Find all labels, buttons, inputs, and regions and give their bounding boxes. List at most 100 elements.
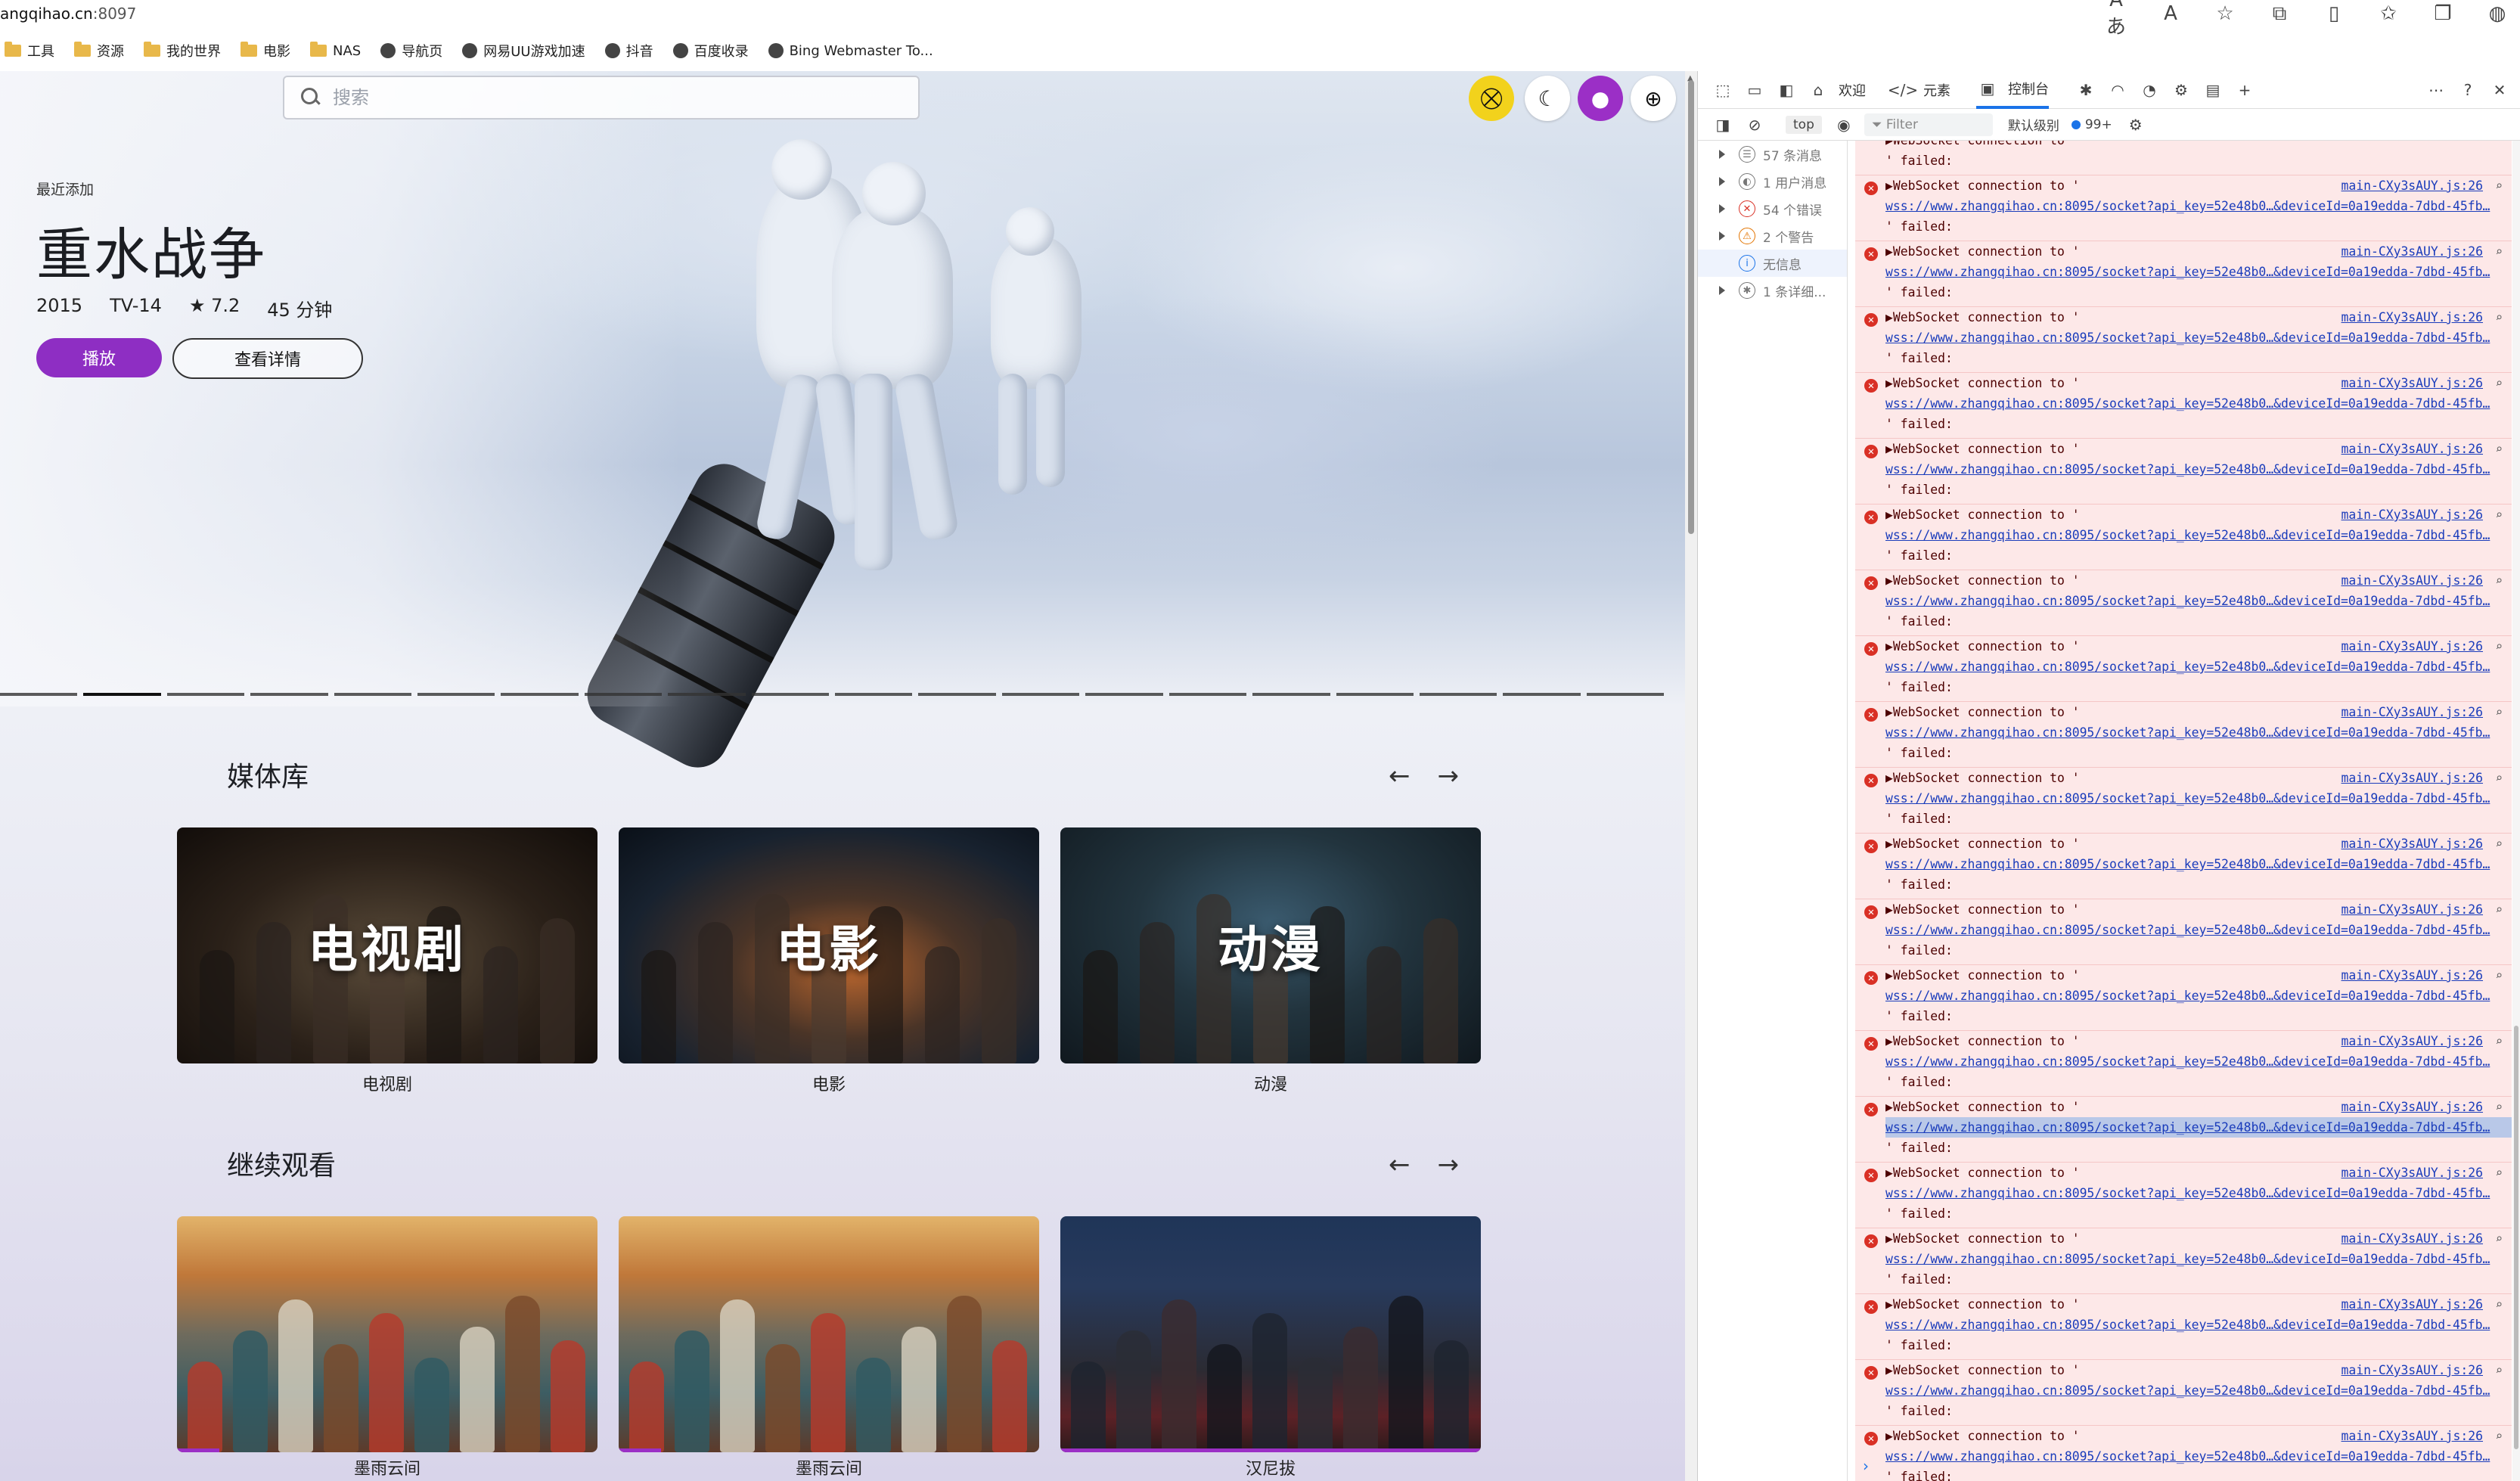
socket-url-link[interactable]: wss://www.zhangqihao.cn:8095/socket?api_… (1885, 459, 2512, 480)
console-filter-item[interactable]: ✕ 54 个错误 (1698, 195, 1847, 222)
console-error-message[interactable]: ✕ ▶WebSocket connection to ' wss://www.zha… (1855, 702, 2512, 768)
search-icon[interactable]: ⌕ (2495, 175, 2503, 196)
sidebar-toggle-icon[interactable]: ◨ (1712, 113, 1734, 136)
console-error-message[interactable]: ▶WebSocket connection to ' ' failed: (1855, 141, 2512, 175)
favorite-star-icon[interactable]: ☆ (2213, 2, 2237, 25)
socket-url-link[interactable]: wss://www.zhangqihao.cn:8095/socket?api_… (1885, 393, 2512, 414)
source-link[interactable]: main-CXy3sAUY.js:26 (2342, 1294, 2484, 1315)
wifi-icon[interactable]: ◠ (2106, 79, 2129, 101)
expand-triangle-icon[interactable] (1719, 286, 1725, 295)
close-icon[interactable]: ✕ (2488, 79, 2511, 101)
favorites-icon[interactable]: ✩ (2376, 2, 2401, 25)
console-error-message[interactable]: ✕ ▶WebSocket connection to ' wss://www.zha… (1855, 1163, 2512, 1228)
inspect-icon[interactable]: ⬚ (1712, 79, 1734, 101)
tab-console[interactable]: ▣ 控制台 (1976, 71, 2049, 109)
performance-icon[interactable]: ◔ (2138, 79, 2161, 101)
carousel-dot[interactable] (83, 693, 161, 696)
bookmark-item[interactable]: 抖音 (604, 41, 653, 61)
carousel-dot[interactable] (1001, 693, 1080, 696)
console-filter-item[interactable]: i 无信息 (1698, 250, 1847, 277)
library-card[interactable]: 动漫 动漫 (1060, 827, 1481, 1095)
source-link[interactable]: main-CXy3sAUY.js:26 (2342, 1163, 2484, 1183)
search-icon[interactable]: ⌕ (2495, 505, 2503, 525)
console-prompt[interactable]: › (1863, 1457, 1869, 1475)
source-link[interactable]: main-CXy3sAUY.js:26 (2342, 702, 2484, 722)
carousel-dot[interactable] (334, 693, 412, 696)
continue-card-image[interactable] (1060, 1216, 1481, 1452)
console-error-message[interactable]: ✕ ▶WebSocket connection to ' wss://www.zha… (1855, 241, 2512, 307)
socket-url-link[interactable]: wss://www.zhangqihao.cn:8095/socket?api_… (1885, 1249, 2512, 1269)
source-link[interactable]: main-CXy3sAUY.js:26 (2342, 636, 2484, 657)
search-icon[interactable]: ⌕ (2495, 702, 2503, 722)
carousel-dot[interactable] (501, 693, 579, 696)
library-card-image[interactable]: 电视剧 (177, 827, 597, 1063)
console-error-message[interactable]: ✕ ▶WebSocket connection to ' wss://www.zha… (1855, 1426, 2512, 1481)
split-screen-icon[interactable]: ▯ (2322, 2, 2346, 25)
socket-url-link[interactable]: wss://www.zhangqihao.cn:8095/socket?api_… (1885, 1315, 2512, 1335)
console-error-message[interactable]: ✕ ▶WebSocket connection to ' wss://www.zha… (1855, 505, 2512, 570)
expand-triangle-icon[interactable] (1719, 177, 1725, 186)
carousel-dot[interactable] (0, 693, 78, 696)
user-button[interactable]: ● (1578, 76, 1623, 121)
expand-triangle-icon[interactable] (1719, 204, 1725, 213)
language-button[interactable]: ⊕ (1631, 76, 1676, 121)
carousel-dot[interactable] (166, 693, 245, 696)
carousel-dot[interactable] (1168, 693, 1247, 696)
socket-url-link[interactable]: wss://www.zhangqihao.cn:8095/socket?api_… (1885, 1051, 2512, 1072)
carousel-dot[interactable] (1419, 693, 1497, 696)
source-link[interactable]: main-CXy3sAUY.js:26 (2342, 1031, 2484, 1051)
console-filter-item[interactable]: ✱ 1 条详细... (1698, 277, 1847, 304)
carousel-dot[interactable] (751, 693, 830, 696)
bookmark-item[interactable]: 百度收录 (672, 41, 749, 61)
console-error-message[interactable]: ✕ ▶WebSocket connection to ' wss://www.zha… (1855, 1360, 2512, 1426)
console-error-message[interactable]: ✕ ▶WebSocket connection to ' wss://www.zha… (1855, 1294, 2512, 1360)
socket-url-link[interactable]: wss://www.zhangqihao.cn:8095/socket?api_… (1885, 591, 2512, 611)
bookmark-item[interactable]: 工具 (5, 41, 54, 61)
socket-url-link[interactable]: wss://www.zhangqihao.cn:8095/socket?api_… (1885, 986, 2512, 1006)
more-icon[interactable]: ⋯ (2425, 79, 2447, 101)
search-icon[interactable]: ⌕ (2495, 1163, 2503, 1183)
view-details-button[interactable]: 查看详情 (172, 338, 363, 379)
expand-triangle-icon[interactable] (1719, 150, 1725, 159)
dock-icon[interactable]: ◧ (1775, 79, 1798, 101)
source-link[interactable]: main-CXy3sAUY.js:26 (2342, 307, 2484, 328)
bookmark-item[interactable]: NAS (310, 42, 361, 59)
carousel-dot[interactable] (250, 693, 328, 696)
bookmark-item[interactable]: 网易UU游戏加速 (462, 41, 585, 61)
library-card[interactable]: 电影 电影 (619, 827, 1039, 1095)
search-icon[interactable]: ⌕ (2495, 899, 2503, 920)
search-icon[interactable]: ⌕ (2495, 241, 2503, 262)
search-icon[interactable]: ⌕ (2495, 1097, 2503, 1117)
console-error-message[interactable]: ✕ ▶WebSocket connection to ' wss://www.zha… (1855, 175, 2512, 241)
console-filter-item[interactable]: ⚠ 2 个警告 (1698, 222, 1847, 250)
source-link[interactable]: main-CXy3sAUY.js:26 (2342, 768, 2484, 788)
search-icon[interactable]: ⌕ (2495, 439, 2503, 459)
socket-url-link[interactable]: wss://www.zhangqihao.cn:8095/socket?api_… (1885, 920, 2512, 940)
console-error-message[interactable]: ✕ ▶WebSocket connection to ' wss://www.zha… (1855, 636, 2512, 702)
console-error-message[interactable]: ✕ ▶WebSocket connection to ' wss://www.zha… (1855, 570, 2512, 636)
bookmark-item[interactable]: 资源 (74, 41, 124, 61)
extensions-icon[interactable]: ⧉ (2267, 2, 2292, 26)
clear-console-icon[interactable]: ⊘ (1743, 113, 1766, 136)
settings-gear-icon[interactable]: ⚙ (2170, 79, 2193, 101)
socket-url-link[interactable]: wss://www.zhangqihao.cn:8095/socket?api_… (1885, 1183, 2512, 1203)
continue-card[interactable]: 墨雨云间 (619, 1216, 1039, 1479)
search-icon[interactable]: ⌕ (2495, 1228, 2503, 1249)
search-icon[interactable]: ⌕ (2495, 1294, 2503, 1315)
continue-card-image[interactable] (177, 1216, 597, 1452)
socket-url-link[interactable]: wss://www.zhangqihao.cn:8095/socket?api_… (1885, 657, 2512, 677)
search-icon[interactable]: ⌕ (2495, 636, 2503, 657)
source-link[interactable]: main-CXy3sAUY.js:26 (2342, 899, 2484, 920)
carousel-dot[interactable] (835, 693, 913, 696)
carousel-dot[interactable] (1252, 693, 1330, 696)
log-level-select[interactable]: 默认级别 (2008, 115, 2059, 134)
search-icon[interactable]: ⌕ (2495, 768, 2503, 788)
search-icon[interactable]: ⌕ (2495, 834, 2503, 854)
application-icon[interactable]: ▤ (2202, 79, 2224, 101)
library-card-image[interactable]: 动漫 (1060, 827, 1481, 1063)
translate-icon[interactable]: Aあ (2104, 0, 2128, 39)
socket-url-link[interactable]: wss://www.zhangqihao.cn:8095/socket?api_… (1885, 854, 2512, 874)
expand-triangle-icon[interactable] (1719, 231, 1725, 241)
filter-input[interactable]: ⏷ Filter (1864, 113, 1993, 136)
socket-url-link[interactable]: wss://www.zhangqihao.cn:8095/socket?api_… (1885, 722, 2512, 743)
